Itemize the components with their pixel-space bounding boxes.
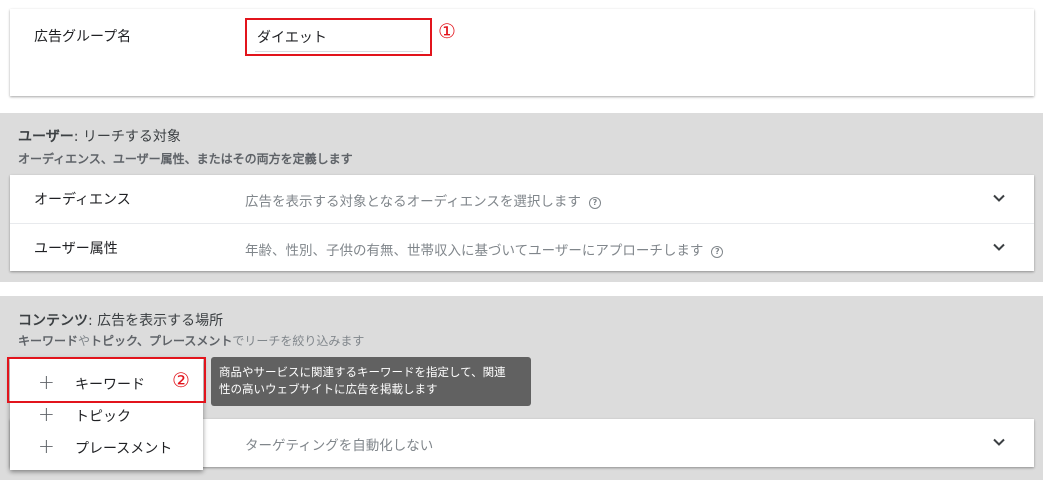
menu-item-placement[interactable]: + プレースメント (10, 430, 203, 462)
tooltip-line-2: 性の高いウェブサイトに広告を掲載します (219, 382, 438, 396)
tooltip-line-1: 商品やサービスに関連するキーワードを指定して、関連 (219, 365, 506, 379)
menu-item-label: トピック (75, 409, 131, 425)
chevron-down-icon[interactable] (992, 435, 1006, 449)
ad-group-name-card: 広告グループ名 (10, 9, 1034, 96)
user-title-bold: ユーザー (18, 129, 74, 145)
subtitle-ya: や (78, 334, 91, 348)
annotation-marker-2: ② (172, 368, 190, 392)
demographics-label: ユーザー属性 (34, 241, 118, 257)
audience-description: 広告を表示する対象となるオーディエンスを選択します? (245, 190, 601, 210)
annotation-box-1 (245, 18, 432, 56)
audience-description-text: 広告を表示する対象となるオーディエンスを選択します (245, 194, 581, 210)
demographics-row[interactable]: ユーザー属性 年齢、性別、子供の有無、世帯収入に基づいてユーザーにアプローチしま… (10, 223, 1034, 271)
subtitle-keyword: キーワード (18, 334, 79, 348)
subtitle-placement: プレースメント (148, 334, 233, 348)
user-targeting-card: オーディエンス 広告を表示する対象となるオーディエンスを選択します? ユーザー属… (10, 175, 1034, 271)
audience-label: オーディエンス (34, 192, 131, 208)
menu-item-label: プレースメント (75, 441, 173, 457)
user-section-subtitle: オーディエンス、ユーザー属性、またはその両方を定義します (18, 152, 353, 166)
demographics-description-text: 年齢、性別、子供の有無、世帯収入に基づいてユーザーにアプローチします (245, 243, 704, 259)
chevron-down-icon[interactable] (992, 191, 1006, 205)
subtitle-topic: トピック (90, 334, 137, 348)
keyword-tooltip: 商品やサービスに関連するキーワードを指定して、関連 性の高いウェブサイトに広告を… (211, 357, 531, 406)
annotation-marker-1: ① (438, 19, 456, 43)
demographics-description: 年齢、性別、子供の有無、世帯収入に基づいてユーザーにアプローチします? (245, 239, 724, 259)
plus-icon: + (38, 402, 55, 426)
plus-icon: + (38, 434, 55, 458)
subtitle-comma: 、 (136, 334, 149, 348)
chevron-down-icon[interactable] (992, 240, 1006, 254)
user-title-rest: : リーチする対象 (73, 129, 181, 145)
subtitle-rest: でリーチを絞り込みます (232, 334, 365, 348)
audience-row[interactable]: オーディエンス 広告を表示する対象となるオーディエンスを選択します? (10, 175, 1034, 223)
help-icon[interactable]: ? (588, 197, 601, 209)
ad-group-name-label: 広告グループ名 (34, 29, 132, 45)
content-title-rest: : 広告を表示する場所 (88, 313, 224, 329)
ad-group-name-input[interactable] (255, 22, 423, 52)
content-title-bold: コンテンツ (18, 313, 88, 329)
content-section-subtitle: キーワードやトピック、プレースメントでリーチを絞り込みます (18, 332, 364, 349)
user-section-title: ユーザー: リーチする対象 (18, 126, 181, 146)
content-section-title: コンテンツ: 広告を表示する場所 (18, 310, 223, 330)
auto-targeting-description: ターゲティングを自動化しない (245, 438, 434, 454)
help-icon[interactable]: ? (711, 246, 724, 258)
